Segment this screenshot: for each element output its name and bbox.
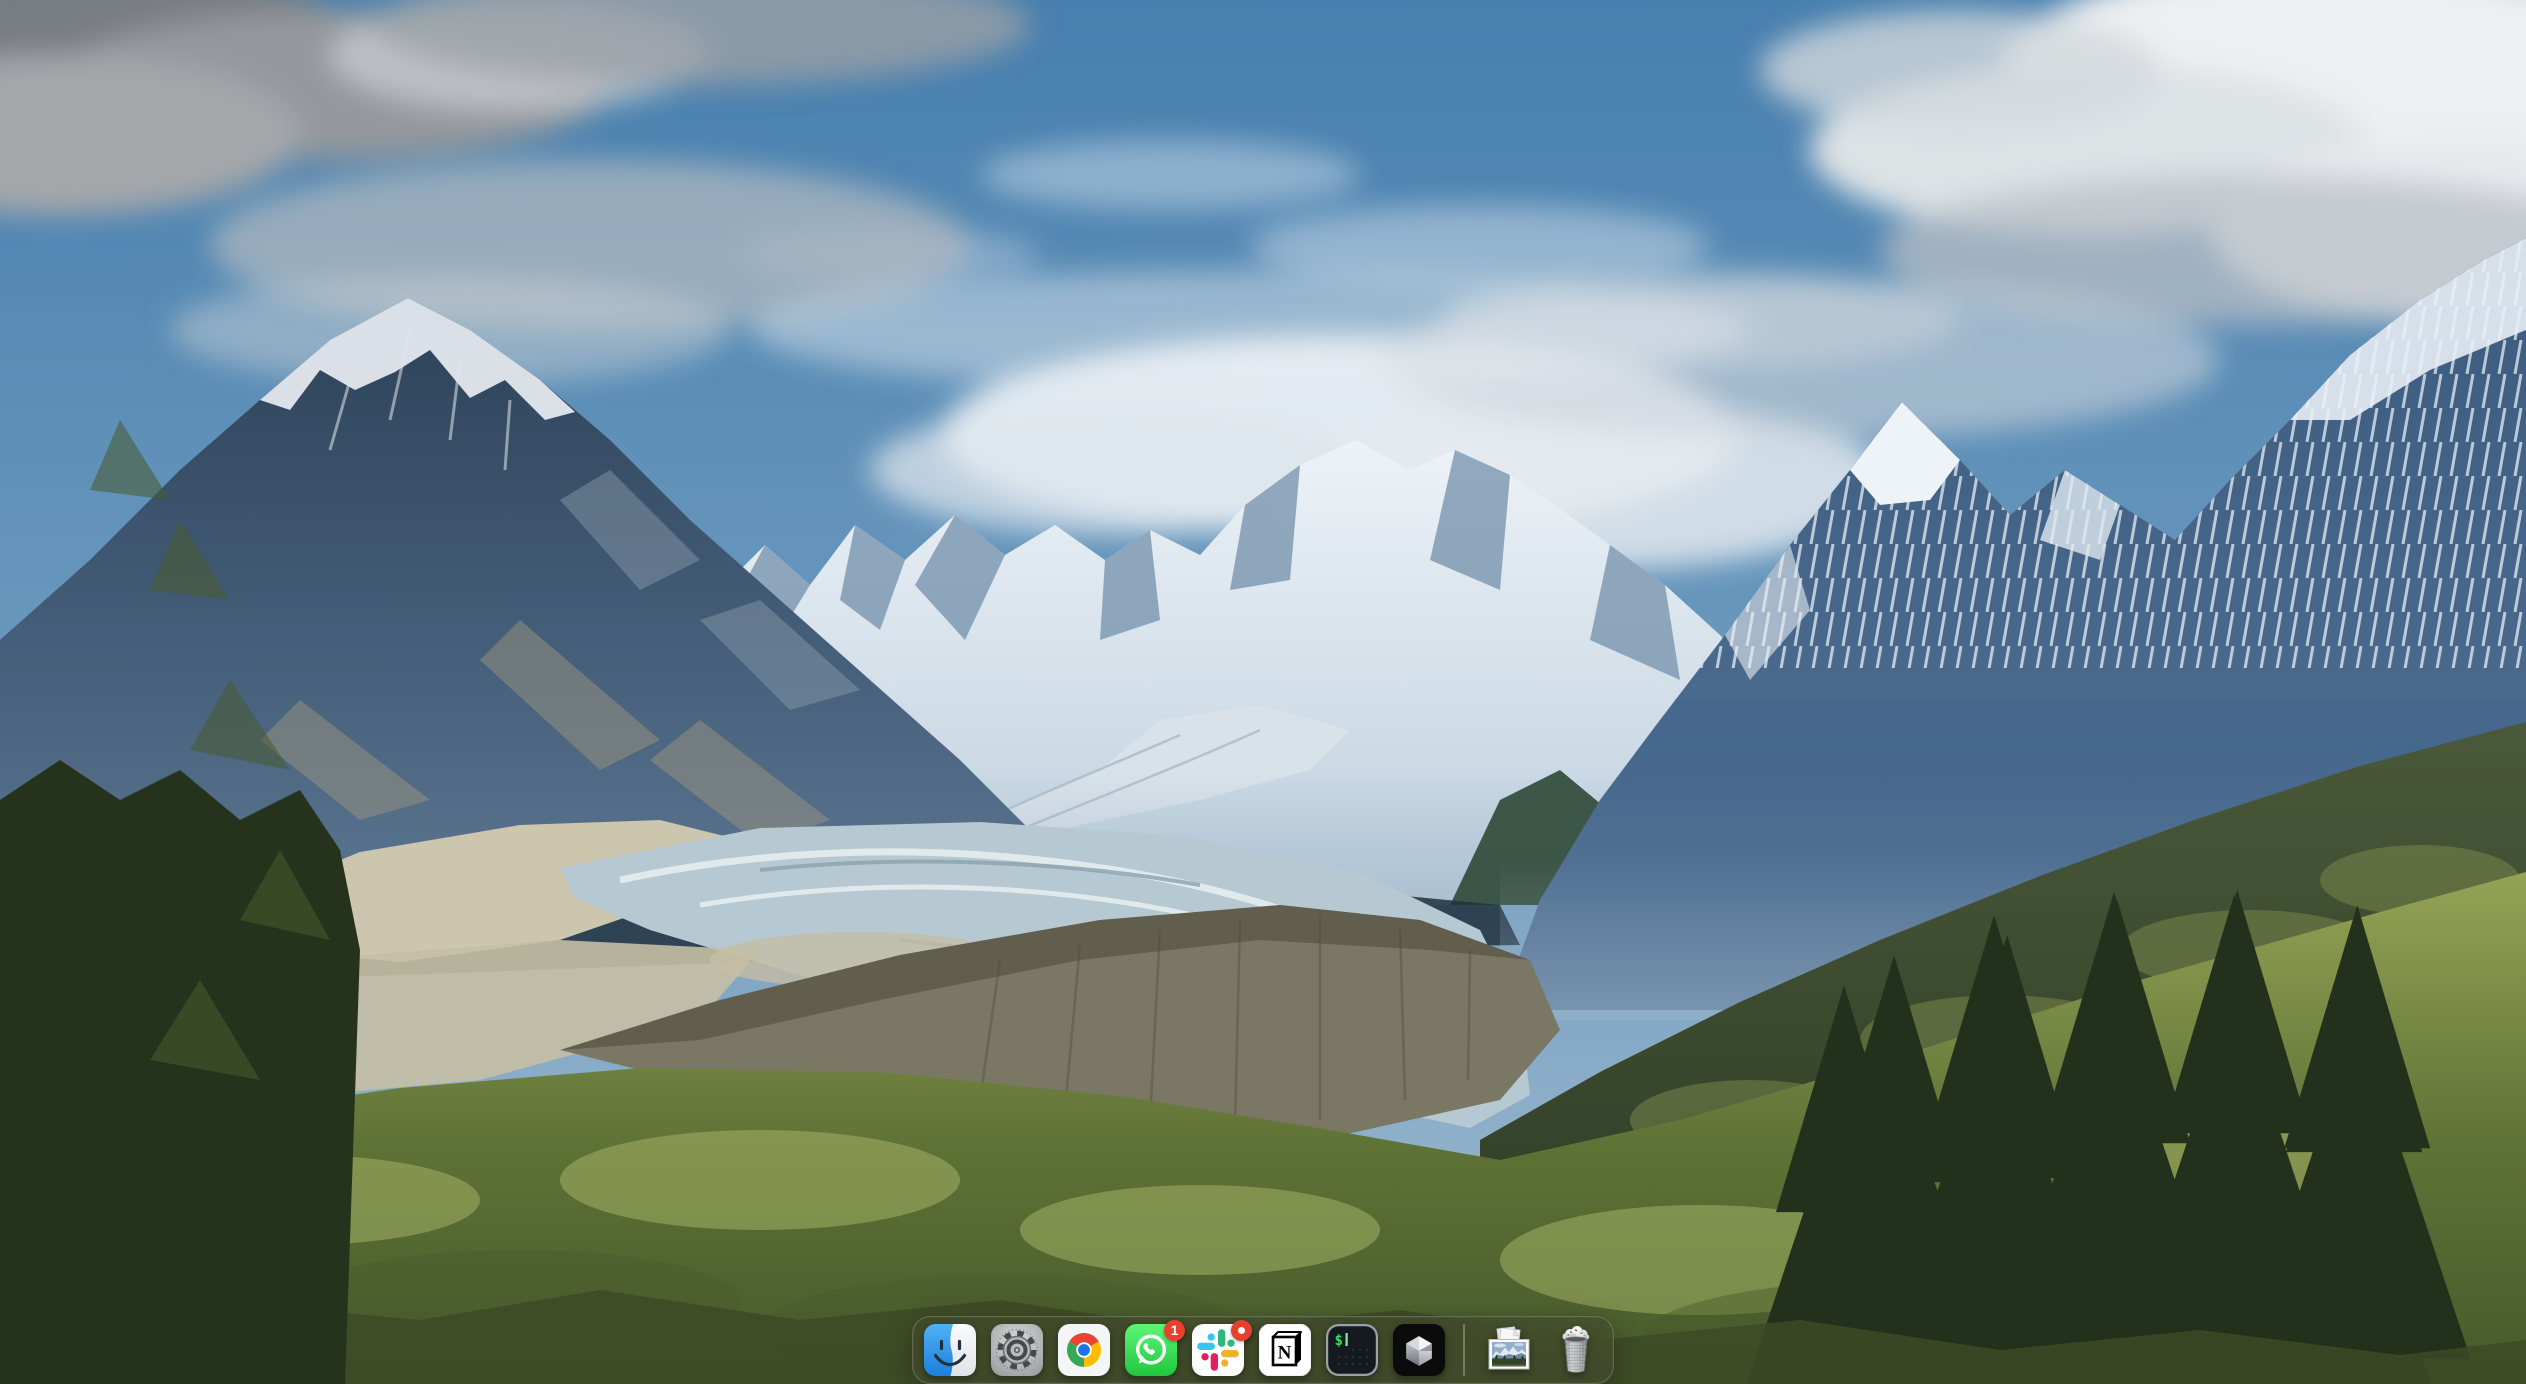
dock-item-whatsapp[interactable]: 1 [1125,1324,1177,1376]
chrome-icon [1058,1324,1110,1376]
dock-item-notion[interactable]: N [1259,1324,1311,1376]
terminal-cursor [1346,1333,1348,1346]
terminal-icon: $ [1326,1324,1378,1376]
notion-icon: N [1259,1324,1311,1376]
dock-item-chrome[interactable] [1058,1324,1110,1376]
gear-icon [991,1324,1043,1376]
dock-item-screenshot-file[interactable] [1483,1324,1535,1376]
dock-separator [1463,1324,1465,1376]
trash-full-icon [1550,1324,1602,1376]
dock-item-cursor[interactable] [1393,1324,1445,1376]
dock-item-terminal[interactable]: $ [1326,1324,1378,1376]
finder-icon [924,1324,976,1376]
desktop: 1 N [0,0,2526,1384]
dock: 1 N [912,1316,1614,1384]
cursor-cube-icon [1393,1324,1445,1376]
dock-item-finder[interactable] [924,1324,976,1376]
whatsapp-badge: 1 [1164,1320,1185,1341]
notion-n-glyph: N [1278,1343,1292,1364]
wallpaper-mountain-landscape [0,0,2526,1384]
terminal-prompt-glyph: $ [1335,1333,1343,1349]
dock-item-slack[interactable] [1192,1324,1244,1376]
dock-item-system-settings[interactable] [991,1324,1043,1376]
screenshot-file-icon [1483,1324,1535,1376]
dock-item-trash[interactable] [1550,1324,1602,1376]
slack-badge [1231,1320,1252,1341]
